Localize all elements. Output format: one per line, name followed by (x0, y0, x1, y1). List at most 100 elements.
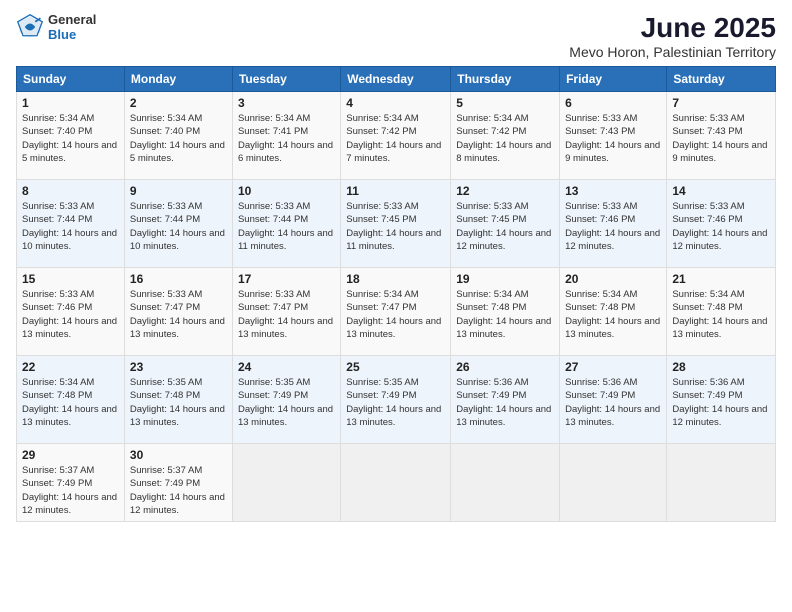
calendar-cell: 17 Sunrise: 5:33 AMSunset: 7:47 PMDayligh… (232, 268, 340, 356)
day-info: Sunrise: 5:33 AMSunset: 7:43 PMDaylight:… (672, 112, 770, 165)
day-info: Sunrise: 5:33 AMSunset: 7:45 PMDaylight:… (456, 200, 554, 253)
day-info: Sunrise: 5:34 AMSunset: 7:48 PMDaylight:… (565, 288, 661, 341)
logo-text: General Blue (48, 12, 96, 42)
calendar-cell: 5 Sunrise: 5:34 AMSunset: 7:42 PMDaylight… (451, 92, 560, 180)
weekday-header-tuesday: Tuesday (232, 67, 340, 92)
day-number: 11 (346, 184, 445, 198)
day-number: 13 (565, 184, 661, 198)
calendar-cell: 7 Sunrise: 5:33 AMSunset: 7:43 PMDaylight… (667, 92, 776, 180)
day-number: 24 (238, 360, 335, 374)
calendar-cell (341, 444, 451, 522)
calendar-cell: 25Sunrise: 5:35 AMSunset: 7:49 PMDayligh… (341, 356, 451, 444)
calendar-cell: 8Sunrise: 5:33 AMSunset: 7:44 PMDaylight… (17, 180, 125, 268)
day-number: 27 (565, 360, 661, 374)
calendar-week-1: 1 Sunrise: 5:34 AMSunset: 7:40 PMDaylight… (17, 92, 776, 180)
day-number: 6 (565, 96, 661, 110)
weekday-header-monday: Monday (124, 67, 232, 92)
calendar-cell: 29Sunrise: 5:37 AMSunset: 7:49 PMDayligh… (17, 444, 125, 522)
day-info: Sunrise: 5:36 AMSunset: 7:49 PMDaylight:… (565, 376, 661, 429)
calendar-cell: 18 Sunrise: 5:34 AMSunset: 7:47 PMDayligh… (341, 268, 451, 356)
logo: General Blue (16, 12, 96, 42)
day-info: Sunrise: 5:33 AMSunset: 7:46 PMDaylight:… (672, 200, 770, 253)
day-number: 1 (22, 96, 119, 110)
day-info: Sunrise: 5:33 AMSunset: 7:46 PMDaylight:… (565, 200, 661, 253)
day-info: Sunrise: 5:34 AMSunset: 7:41 PMDaylight:… (238, 112, 335, 165)
day-info: Sunrise: 5:34 AMSunset: 7:42 PMDaylight:… (456, 112, 554, 165)
day-number: 15 (22, 272, 119, 286)
day-number: 8 (22, 184, 119, 198)
calendar-week-2: 8 Sunrise: 5:33 AMSunset: 7:44 PMDaylight… (17, 180, 776, 268)
day-info: Sunrise: 5:33 AMSunset: 7:44 PMDaylight:… (130, 200, 227, 253)
day-number: 26 (456, 360, 554, 374)
day-number: 30 (130, 448, 227, 462)
day-info: Sunrise: 5:33 AMSunset: 7:46 PMDaylight:… (22, 288, 119, 341)
day-number: 5 (456, 96, 554, 110)
calendar-cell: 4Sunrise: 5:34 AMSunset: 7:42 PMDaylight… (341, 92, 451, 180)
day-number: 18 (346, 272, 445, 286)
day-info: Sunrise: 5:34 AMSunset: 7:40 PMDaylight:… (130, 112, 227, 165)
day-number: 2 (130, 96, 227, 110)
day-number: 12 (456, 184, 554, 198)
calendar-week-5: 29Sunrise: 5:37 AMSunset: 7:49 PMDayligh… (17, 444, 776, 522)
day-number: 22 (22, 360, 119, 374)
logo-blue: Blue (48, 27, 96, 42)
weekday-header-sunday: Sunday (17, 67, 125, 92)
day-number: 14 (672, 184, 770, 198)
day-info: Sunrise: 5:33 AMSunset: 7:44 PMDaylight:… (238, 200, 335, 253)
logo-icon (16, 13, 44, 41)
day-info: Sunrise: 5:34 AMSunset: 7:42 PMDaylight:… (346, 112, 445, 165)
logo-general: General (48, 12, 96, 27)
day-number: 19 (456, 272, 554, 286)
weekday-header-wednesday: Wednesday (341, 67, 451, 92)
calendar-cell: 30Sunrise: 5:37 AMSunset: 7:49 PMDayligh… (124, 444, 232, 522)
calendar-cell: 19 Sunrise: 5:34 AMSunset: 7:48 PMDayligh… (451, 268, 560, 356)
calendar-cell: 27 Sunrise: 5:36 AMSunset: 7:49 PMDayligh… (560, 356, 667, 444)
day-number: 16 (130, 272, 227, 286)
day-number: 7 (672, 96, 770, 110)
calendar-cell: 2 Sunrise: 5:34 AMSunset: 7:40 PMDaylight… (124, 92, 232, 180)
header: General Blue June 2025 Mevo Horon, Pales… (16, 12, 776, 60)
calendar-cell: 22Sunrise: 5:34 AMSunset: 7:48 PMDayligh… (17, 356, 125, 444)
calendar-cell: 14 Sunrise: 5:33 AMSunset: 7:46 PMDayligh… (667, 180, 776, 268)
calendar-cell: 20Sunrise: 5:34 AMSunset: 7:48 PMDayligh… (560, 268, 667, 356)
calendar-cell: 9 Sunrise: 5:33 AMSunset: 7:44 PMDaylight… (124, 180, 232, 268)
day-info: Sunrise: 5:33 AMSunset: 7:43 PMDaylight:… (565, 112, 661, 165)
day-number: 10 (238, 184, 335, 198)
calendar-cell: 28 Sunrise: 5:36 AMSunset: 7:49 PMDayligh… (667, 356, 776, 444)
calendar-cell (232, 444, 340, 522)
weekday-header-thursday: Thursday (451, 67, 560, 92)
day-number: 9 (130, 184, 227, 198)
calendar-cell: 3 Sunrise: 5:34 AMSunset: 7:41 PMDaylight… (232, 92, 340, 180)
day-number: 29 (22, 448, 119, 462)
day-info: Sunrise: 5:34 AMSunset: 7:40 PMDaylight:… (22, 112, 119, 165)
day-info: Sunrise: 5:36 AMSunset: 7:49 PMDaylight:… (672, 376, 770, 429)
day-info: Sunrise: 5:36 AMSunset: 7:49 PMDaylight:… (456, 376, 554, 429)
day-info: Sunrise: 5:34 AMSunset: 7:48 PMDaylight:… (456, 288, 554, 341)
day-number: 23 (130, 360, 227, 374)
main-title: June 2025 (569, 12, 776, 44)
calendar-week-3: 15 Sunrise: 5:33 AMSunset: 7:46 PMDayligh… (17, 268, 776, 356)
weekday-header-friday: Friday (560, 67, 667, 92)
weekday-header-saturday: Saturday (667, 67, 776, 92)
calendar-cell (560, 444, 667, 522)
day-number: 28 (672, 360, 770, 374)
calendar-cell: 1 Sunrise: 5:34 AMSunset: 7:40 PMDaylight… (17, 92, 125, 180)
subtitle: Mevo Horon, Palestinian Territory (569, 44, 776, 60)
day-info: Sunrise: 5:34 AMSunset: 7:47 PMDaylight:… (346, 288, 445, 341)
day-number: 17 (238, 272, 335, 286)
calendar-cell (451, 444, 560, 522)
weekday-header-row: SundayMondayTuesdayWednesdayThursdayFrid… (17, 67, 776, 92)
calendar-cell: 11 Sunrise: 5:33 AMSunset: 7:45 PMDayligh… (341, 180, 451, 268)
day-info: Sunrise: 5:35 AMSunset: 7:49 PMDaylight:… (346, 376, 445, 429)
calendar-cell: 23Sunrise: 5:35 AMSunset: 7:48 PMDayligh… (124, 356, 232, 444)
title-block: June 2025 Mevo Horon, Palestinian Territ… (569, 12, 776, 60)
calendar-cell: 21Sunrise: 5:34 AMSunset: 7:48 PMDayligh… (667, 268, 776, 356)
calendar-week-4: 22Sunrise: 5:34 AMSunset: 7:48 PMDayligh… (17, 356, 776, 444)
calendar-cell: 6 Sunrise: 5:33 AMSunset: 7:43 PMDaylight… (560, 92, 667, 180)
day-info: Sunrise: 5:35 AMSunset: 7:49 PMDaylight:… (238, 376, 335, 429)
day-info: Sunrise: 5:33 AMSunset: 7:47 PMDaylight:… (238, 288, 335, 341)
calendar-cell: 24 Sunrise: 5:35 AMSunset: 7:49 PMDayligh… (232, 356, 340, 444)
day-number: 3 (238, 96, 335, 110)
day-number: 21 (672, 272, 770, 286)
day-info: Sunrise: 5:33 AMSunset: 7:45 PMDaylight:… (346, 200, 445, 253)
